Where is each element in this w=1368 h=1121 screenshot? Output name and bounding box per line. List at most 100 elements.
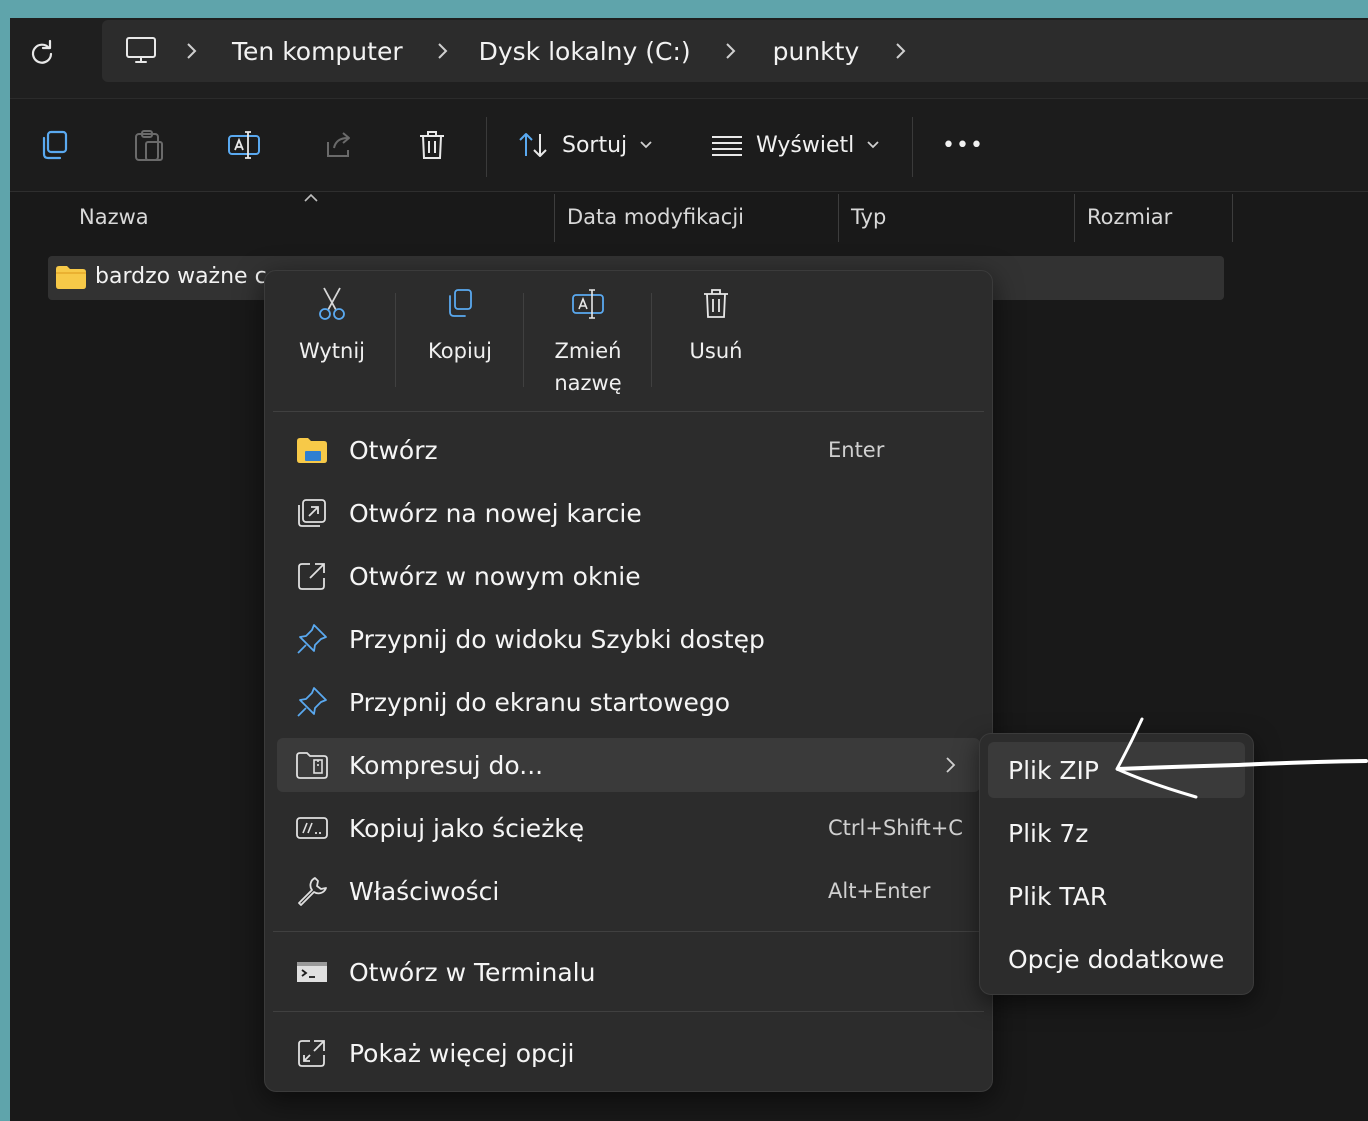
menu-item-properties[interactable]: Właściwości Alt+Enter bbox=[277, 864, 980, 918]
pin-icon bbox=[295, 685, 329, 719]
address-bar: Ten komputer Dysk lokalny (C:) punkty bbox=[10, 18, 1368, 99]
menu-divider bbox=[273, 931, 984, 932]
refresh-button[interactable] bbox=[24, 34, 60, 70]
menu-divider bbox=[273, 1011, 984, 1012]
new-window-icon bbox=[295, 559, 329, 593]
chevron-right-icon bbox=[946, 757, 956, 773]
compress-icon bbox=[295, 748, 329, 782]
column-divider[interactable] bbox=[1232, 194, 1233, 242]
delete-label: Usuń bbox=[689, 339, 743, 363]
copy-path-icon bbox=[295, 811, 329, 845]
toolbar-divider bbox=[912, 117, 913, 177]
sort-ascending-icon bbox=[304, 193, 318, 202]
menu-item-open-new-window[interactable]: Otwórz w nowym oknie bbox=[277, 549, 980, 603]
menu-divider bbox=[273, 411, 984, 412]
column-header-name[interactable]: Nazwa bbox=[79, 193, 149, 241]
pin-icon bbox=[295, 622, 329, 656]
delete-button[interactable]: Usuń bbox=[653, 285, 779, 405]
more-icon: ••• bbox=[942, 132, 984, 158]
command-bar: Sortuj Wyświetl ••• bbox=[10, 99, 1368, 192]
menu-item-show-more-options[interactable]: Pokaż więcej opcji bbox=[277, 1026, 980, 1080]
rename-icon bbox=[228, 131, 260, 159]
sort-button[interactable]: Sortuj bbox=[516, 125, 657, 165]
file-name: bardzo ważne ce bbox=[95, 264, 281, 289]
menu-item-open[interactable]: Otwórz Enter bbox=[277, 423, 980, 477]
chevron-right-icon[interactable] bbox=[893, 42, 907, 60]
menu-item-pin-start[interactable]: Przypnij do ekranu startowego bbox=[277, 675, 980, 729]
breadcrumb-item-drive[interactable]: Dysk lokalny (C:) bbox=[479, 37, 691, 66]
menu-item-terminal[interactable]: Otwórz w Terminalu bbox=[277, 945, 980, 999]
terminal-icon bbox=[295, 955, 329, 989]
column-divider[interactable] bbox=[554, 194, 555, 242]
wrench-icon bbox=[295, 874, 329, 908]
quick-action-divider bbox=[651, 293, 652, 387]
chevron-down-icon bbox=[867, 141, 879, 149]
scissors-icon bbox=[319, 287, 345, 320]
menu-item-label: Otwórz bbox=[349, 435, 438, 465]
copy-button[interactable]: Kopiuj bbox=[397, 285, 523, 405]
more-options-button[interactable]: ••• bbox=[942, 125, 984, 165]
chevron-right-icon bbox=[184, 42, 198, 60]
submenu-item-7z[interactable]: Plik 7z bbox=[988, 805, 1245, 861]
refresh-icon bbox=[31, 39, 53, 64]
rename-label: Zmień nazwę bbox=[554, 339, 622, 395]
column-header-type[interactable]: Typ bbox=[851, 193, 886, 241]
menu-item-shortcut: Ctrl+Shift+C bbox=[828, 816, 963, 840]
context-menu: Wytnij Kopiuj Zmień nazwę Usuń Otwórz En… bbox=[264, 270, 993, 1092]
breadcrumb-item-folder[interactable]: punkty bbox=[773, 37, 860, 66]
menu-item-compress[interactable]: Kompresuj do... bbox=[277, 738, 980, 792]
menu-item-label: Otwórz w nowym oknie bbox=[349, 561, 641, 591]
copy-icon bbox=[449, 289, 472, 317]
quick-action-divider bbox=[395, 293, 396, 387]
paste-icon bbox=[135, 130, 163, 161]
copy-label: Kopiuj bbox=[428, 339, 492, 363]
paste-button[interactable] bbox=[132, 125, 166, 165]
rename-button[interactable]: Zmień nazwę bbox=[525, 285, 651, 405]
menu-item-shortcut: Alt+Enter bbox=[828, 879, 931, 903]
trash-icon bbox=[420, 131, 444, 159]
share-button[interactable] bbox=[322, 125, 356, 165]
menu-item-pin-quick-access[interactable]: Przypnij do widoku Szybki dostęp bbox=[277, 612, 980, 666]
breadcrumb[interactable]: Ten komputer Dysk lokalny (C:) punkty bbox=[102, 20, 1368, 82]
breadcrumb-item-computer[interactable]: Ten komputer bbox=[232, 37, 403, 66]
menu-item-label: Kompresuj do... bbox=[349, 750, 544, 780]
column-header-modified[interactable]: Data modyfikacji bbox=[567, 193, 744, 241]
chevron-down-icon bbox=[640, 141, 652, 149]
menu-item-label: Przypnij do widoku Szybki dostęp bbox=[349, 624, 765, 654]
cut-button[interactable]: Wytnij bbox=[269, 285, 395, 405]
menu-item-label: Pokaż więcej opcji bbox=[349, 1038, 575, 1068]
sort-icon bbox=[519, 133, 547, 157]
menu-item-open-new-tab[interactable]: Otwórz na nowej karcie bbox=[277, 486, 980, 540]
submenu-item-tar[interactable]: Plik TAR bbox=[988, 868, 1245, 924]
menu-item-label: Otwórz w Terminalu bbox=[349, 957, 596, 987]
copy-icon bbox=[42, 130, 68, 160]
menu-item-label: Przypnij do ekranu startowego bbox=[349, 687, 731, 717]
more-options-icon bbox=[295, 1036, 329, 1070]
sort-label: Sortuj bbox=[562, 132, 628, 158]
column-divider[interactable] bbox=[1074, 194, 1075, 242]
chevron-right-icon bbox=[723, 42, 737, 60]
column-divider[interactable] bbox=[838, 194, 839, 242]
toolbar-divider bbox=[486, 117, 487, 177]
annotation-arrow bbox=[1115, 717, 1368, 799]
delete-button[interactable] bbox=[416, 125, 448, 165]
column-header-size[interactable]: Rozmiar bbox=[1087, 193, 1172, 241]
new-tab-icon bbox=[295, 496, 329, 530]
cut-label: Wytnij bbox=[298, 339, 366, 363]
menu-item-copy-path[interactable]: Kopiuj jako ścieżkę Ctrl+Shift+C bbox=[277, 801, 980, 855]
share-icon bbox=[327, 132, 350, 157]
menu-item-label: Kopiuj jako ścieżkę bbox=[349, 813, 585, 843]
chevron-right-icon bbox=[435, 42, 449, 60]
list-view-icon bbox=[712, 136, 742, 156]
submenu-item-additional-options[interactable]: Opcje dodatkowe bbox=[988, 931, 1245, 987]
view-label: Wyświetl bbox=[756, 132, 855, 158]
rename-button[interactable] bbox=[226, 125, 262, 165]
rename-icon bbox=[572, 289, 604, 319]
computer-icon bbox=[124, 35, 158, 67]
menu-item-label: Otwórz na nowej karcie bbox=[349, 498, 642, 528]
menu-item-shortcut: Enter bbox=[828, 438, 885, 462]
view-button[interactable]: Wyświetl bbox=[710, 125, 884, 165]
trash-icon bbox=[704, 289, 728, 318]
folder-open-icon bbox=[295, 433, 329, 467]
copy-button[interactable] bbox=[38, 125, 72, 165]
